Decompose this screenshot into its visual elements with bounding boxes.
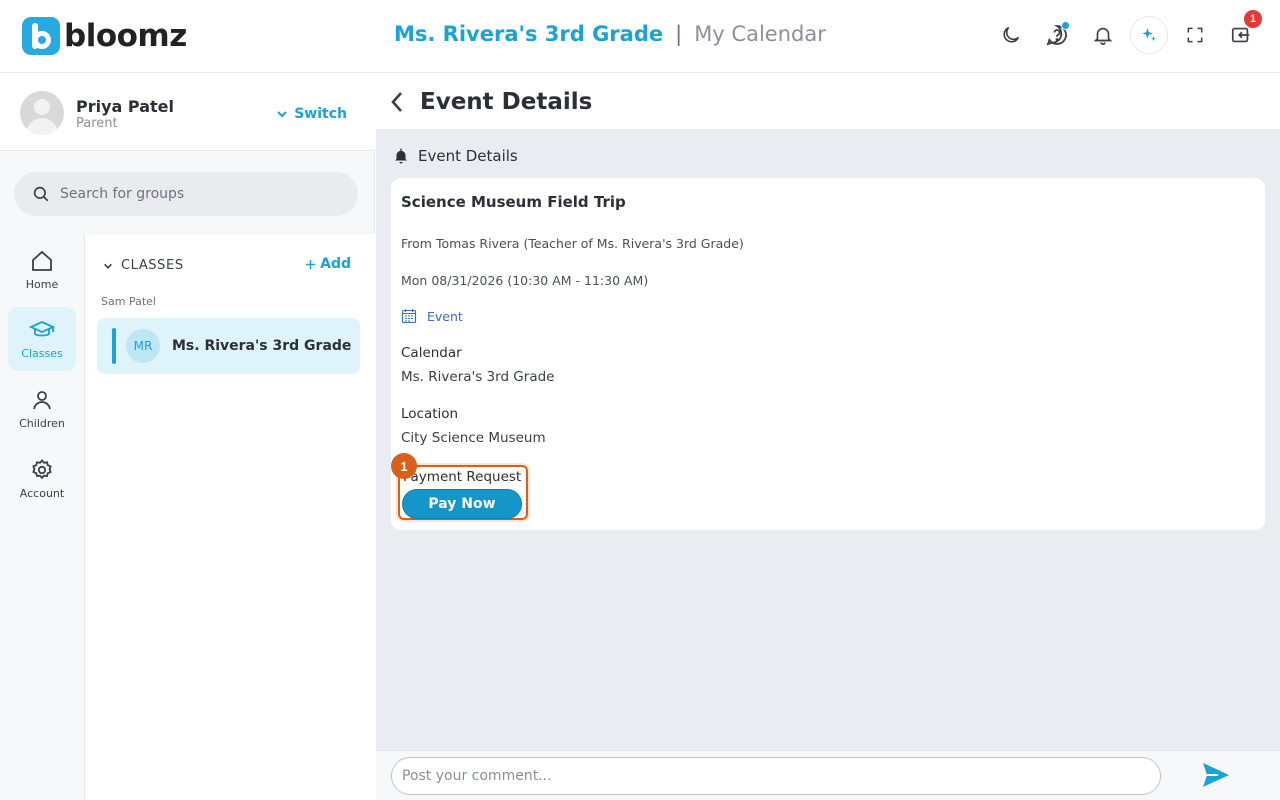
add-label: Add xyxy=(320,256,351,272)
header-section: My Calendar xyxy=(694,22,826,46)
event-title: Science Museum Field Trip xyxy=(401,193,626,211)
logo-mark-icon xyxy=(22,17,60,55)
chevron-left-icon xyxy=(391,92,402,112)
chevron-down-icon xyxy=(104,263,112,269)
event-card: Science Museum Field Trip From Tomas Riv… xyxy=(391,178,1265,530)
bloomz-logo[interactable]: bloomz xyxy=(22,17,187,55)
nav-label-children: Children xyxy=(19,417,65,430)
nav-rail: Home Classes Children Account xyxy=(0,234,85,800)
comment-input[interactable] xyxy=(391,757,1161,795)
page-header: Event Details xyxy=(376,73,1280,130)
active-indicator xyxy=(112,328,116,364)
dark-mode-icon[interactable] xyxy=(992,16,1030,54)
calendar-value: Ms. Rivera's 3rd Grade xyxy=(401,369,555,385)
switch-button[interactable]: Switch xyxy=(276,106,347,122)
switch-label: Switch xyxy=(294,106,347,122)
plus-icon xyxy=(306,259,316,269)
nav-item-account[interactable]: Account xyxy=(8,447,76,511)
header-group-name[interactable]: Ms. Rivera's 3rd Grade xyxy=(394,22,663,46)
step-marker: 1 xyxy=(391,453,417,479)
event-datetime: Mon 08/31/2026 (10:30 AM - 11:30 AM) xyxy=(401,273,649,288)
groups-panel: CLASSES Add Sam Patel MR Ms. Rivera's 3r… xyxy=(85,234,375,800)
profile-name: Priya Patel xyxy=(76,97,174,116)
graduation-cap-icon xyxy=(29,321,55,337)
comment-bar xyxy=(376,750,1280,800)
profile-panel: Priya Patel Parent Switch xyxy=(0,73,375,151)
section-title: Event Details xyxy=(418,147,518,165)
event-type: Event xyxy=(401,308,463,324)
class-avatar: MR xyxy=(126,329,160,363)
classes-heading: CLASSES xyxy=(121,258,184,273)
nav-item-children[interactable]: Children xyxy=(8,377,76,441)
bell-icon xyxy=(395,148,407,164)
avatar[interactable] xyxy=(20,91,64,135)
send-icon xyxy=(1203,763,1229,787)
nav-label-classes: Classes xyxy=(21,347,63,360)
calendar-icon xyxy=(401,309,417,324)
help-icon[interactable] xyxy=(1038,16,1076,54)
event-type-label: Event xyxy=(427,308,463,324)
class-list-item[interactable]: MR Ms. Rivera's 3rd Grade xyxy=(97,318,360,374)
inbox-badge: 1 xyxy=(1244,10,1262,28)
payment-request-label: Payment Request xyxy=(403,469,522,485)
page-title: Event Details xyxy=(420,89,593,115)
help-indicator-dot xyxy=(1061,21,1070,30)
nav-label-account: Account xyxy=(19,487,65,500)
calendar-label: Calendar xyxy=(401,345,462,361)
back-button[interactable] xyxy=(390,90,404,118)
chevron-down-icon xyxy=(277,111,287,118)
send-button[interactable] xyxy=(1202,762,1230,792)
header-separator: | xyxy=(675,22,683,46)
classes-section-toggle[interactable]: CLASSES xyxy=(103,258,184,273)
search-icon xyxy=(33,186,49,202)
person-icon xyxy=(33,391,51,410)
search-placeholder: Search for groups xyxy=(60,186,185,202)
ai-sparkle-icon[interactable] xyxy=(1130,16,1168,54)
location-label: Location xyxy=(401,406,459,422)
pay-now-button[interactable]: Pay Now xyxy=(402,489,522,519)
search-input[interactable]: Search for groups xyxy=(14,172,358,216)
top-bar: bloomz Ms. Rivera's 3rd Grade | My Calen… xyxy=(0,0,1280,73)
fullscreen-icon[interactable] xyxy=(1176,16,1214,54)
nav-item-home[interactable]: Home xyxy=(8,238,76,302)
home-icon xyxy=(32,250,52,271)
payment-request-highlight: Payment Request Pay Now 1 xyxy=(391,453,528,520)
inbox-icon[interactable]: 1 xyxy=(1222,10,1262,54)
location-value: City Science Museum xyxy=(401,430,546,446)
profile-role: Parent xyxy=(76,116,118,131)
gear-icon xyxy=(32,459,52,480)
class-name: Ms. Rivera's 3rd Grade xyxy=(172,338,352,354)
header-title: Ms. Rivera's 3rd Grade | My Calendar xyxy=(394,22,826,46)
child-name: Sam Patel xyxy=(101,295,156,308)
bell-icon[interactable] xyxy=(1084,16,1122,54)
nav-item-classes[interactable]: Classes xyxy=(8,307,76,371)
header-actions: 1 xyxy=(992,10,1262,54)
logo-text: bloomz xyxy=(64,18,187,54)
event-from: From Tomas Rivera (Teacher of Ms. Rivera… xyxy=(401,236,744,251)
section-header: Event Details xyxy=(392,146,518,166)
nav-label-home: Home xyxy=(25,278,59,291)
add-class-button[interactable]: Add xyxy=(305,256,351,272)
